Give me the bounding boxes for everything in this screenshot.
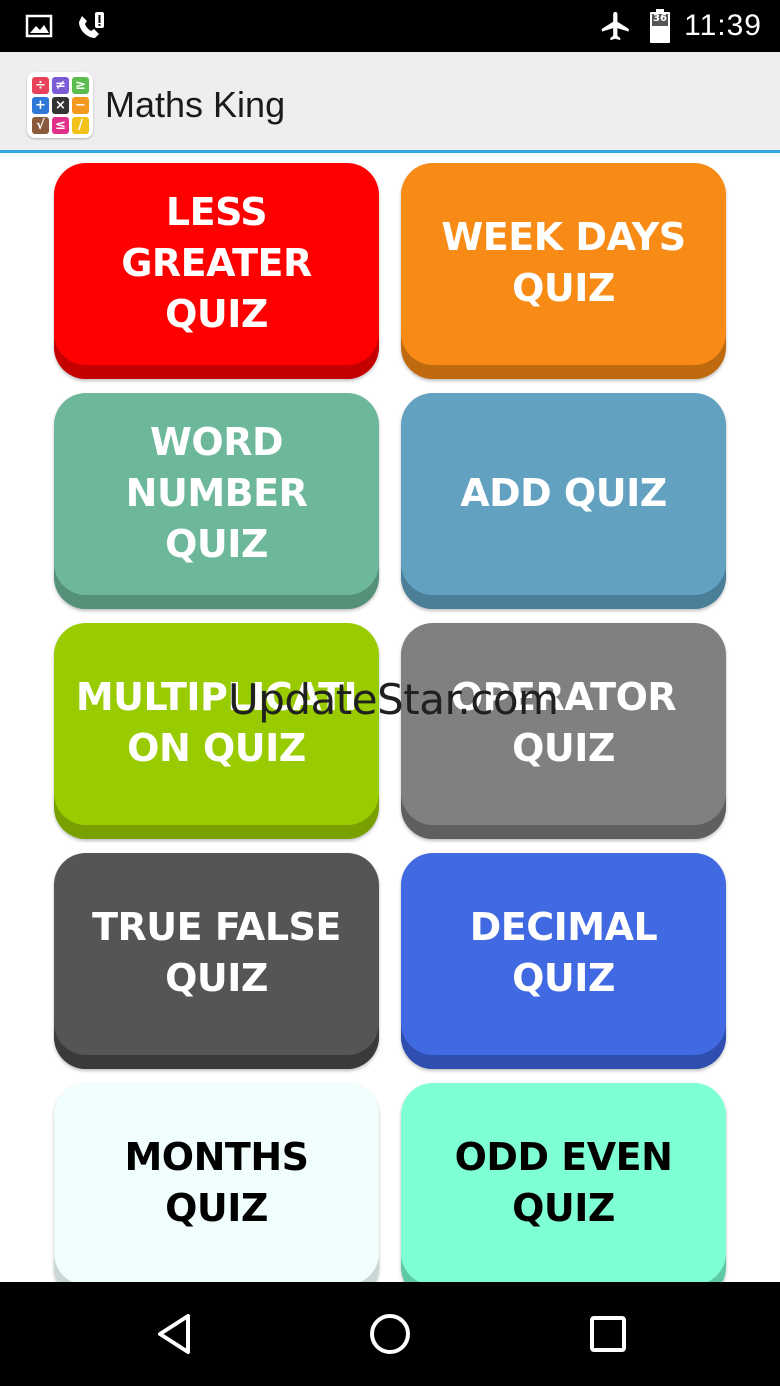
quiz-button[interactable]: TRUE FALSE QUIZ	[54, 853, 379, 1069]
quiz-button[interactable]: ADD QUIZ	[401, 393, 726, 609]
logo-symbol: √	[32, 117, 49, 134]
quiz-button[interactable]: MONTHS QUIZ	[54, 1083, 379, 1282]
quiz-button-label: MULTIPLICATI ON QUIZ	[75, 675, 358, 770]
battery-icon: 36	[646, 8, 674, 44]
quiz-button-label: DECIMAL QUIZ	[469, 905, 658, 1000]
recents-icon[interactable]	[584, 1310, 632, 1358]
logo-symbol: /	[72, 117, 89, 134]
quiz-button-label: OPERATOR QUIZ	[450, 675, 677, 770]
quiz-button[interactable]: OPERATOR QUIZ	[401, 623, 726, 839]
logo-symbol: ≠	[52, 77, 69, 94]
navigation-bar	[0, 1282, 780, 1386]
quiz-button[interactable]: MULTIPLICATI ON QUIZ	[54, 623, 379, 839]
logo-symbol: ÷	[32, 77, 49, 94]
quiz-button[interactable]: DECIMAL QUIZ	[401, 853, 726, 1069]
logo-symbol: ≥	[72, 77, 89, 94]
logo-symbol: ≤	[52, 117, 69, 134]
app-logo-icon: ÷ ≠ ≥ + × − √ ≤ /	[27, 72, 93, 138]
quiz-grid: LESS GREATER QUIZ WEEK DAYS QUIZ WORD NUMB…	[0, 156, 780, 1282]
airplane-mode-icon	[598, 8, 634, 44]
quiz-button[interactable]: WORD NUMBER QUIZ	[54, 393, 379, 609]
logo-symbol: −	[72, 97, 89, 114]
quiz-button[interactable]: LESS GREATER QUIZ	[54, 163, 379, 379]
quiz-button[interactable]: ODD EVEN QUIZ	[401, 1083, 726, 1282]
missed-call-icon	[74, 8, 110, 44]
app-title: Maths King	[105, 84, 286, 125]
quiz-button-label: LESS GREATER QUIZ	[121, 189, 312, 336]
quiz-button[interactable]: WEEK DAYS QUIZ	[401, 163, 726, 379]
quiz-button-label: WEEK DAYS QUIZ	[441, 215, 686, 310]
clock: 11:39	[684, 9, 762, 42]
app-bar: ÷ ≠ ≥ + × − √ ≤ / Maths King	[0, 52, 780, 153]
quiz-button-label: WORD NUMBER QUIZ	[125, 419, 308, 566]
quiz-button-label: ADD QUIZ	[460, 470, 667, 515]
quiz-button-label: MONTHS QUIZ	[124, 1135, 309, 1230]
image-notification-icon	[24, 8, 54, 44]
status-bar: 36 11:39	[0, 0, 780, 52]
quiz-button-label: TRUE FALSE QUIZ	[92, 905, 341, 1000]
logo-symbol: ×	[52, 97, 69, 114]
home-icon[interactable]	[366, 1310, 414, 1358]
logo-symbol: +	[32, 97, 49, 114]
back-icon[interactable]	[150, 1310, 198, 1358]
battery-level: 36	[653, 13, 667, 24]
quiz-button-label: ODD EVEN QUIZ	[454, 1135, 673, 1230]
